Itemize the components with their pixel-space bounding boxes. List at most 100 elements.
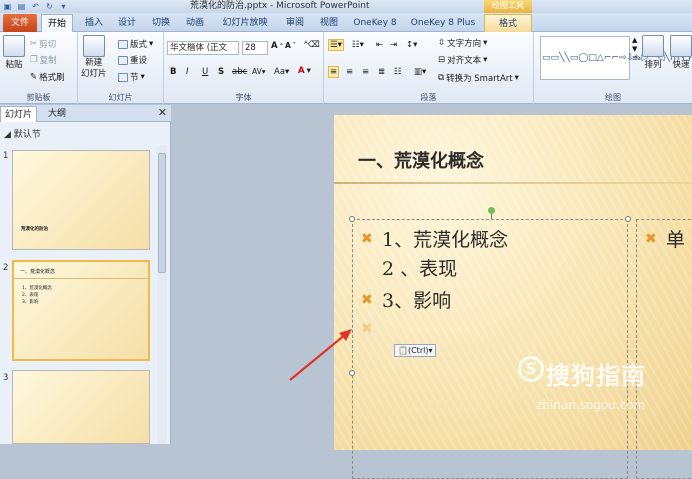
paste-button[interactable]: 粘贴 [3,35,25,70]
convert-smartart-button[interactable]: ⧉ 转换为 SmartArt ▾ [438,72,519,84]
format-painter-button[interactable]: ✎ 格式刷 [30,71,65,83]
font-color-button[interactable]: A ▾ [298,66,311,76]
cut-button[interactable]: ✂ 剪切 [30,38,56,50]
clipboard-group: 粘贴 ✂ 剪切 ❐ 复制 ✎ 格式刷 剪贴板 [0,32,78,104]
redo-icon[interactable]: ↻ [44,2,55,12]
tab-onekey8[interactable]: OneKey 8 [350,14,400,32]
font-name-select[interactable]: 华文楷体 (正文 [167,41,239,55]
brush-icon: ✎ [30,72,38,82]
strikethrough-button[interactable]: abc [232,67,247,77]
customize-qat-icon[interactable]: ▾ [58,2,69,12]
paste-icon [3,35,25,57]
align-right-button[interactable]: ≡ [362,67,369,77]
decrease-indent-button[interactable]: ⇤ [376,40,383,50]
tab-outline[interactable]: 大纲 [44,106,70,122]
slide-thumbnail-1[interactable]: 荒漠化的防治 [12,150,150,250]
bullet-icon: ✖ [361,231,373,247]
columns-button[interactable]: ▥▾ [414,67,426,77]
quick-styles-icon [670,35,692,57]
tab-file[interactable]: 文件 [3,14,37,32]
title-rule [334,182,692,184]
thumb-title: 一、荒漠化概念 [20,269,56,275]
char-spacing-button[interactable]: AV▾ [252,67,266,76]
copy-button[interactable]: ❐ 复制 [30,54,57,66]
bullet-icon: ✖ [361,321,373,337]
collapse-triangle-icon: ◢ [4,130,11,140]
tab-transitions[interactable]: 切换 [146,14,176,32]
font-size-select[interactable]: 28 [242,41,268,55]
shapes-gallery-scroll[interactable]: ▲ ▼ ≡ [632,36,638,63]
distributed-button[interactable]: ☷ [394,67,402,77]
numbering-button[interactable]: ☷▾ [352,40,364,50]
save-icon[interactable]: ▤ [16,2,27,12]
reset-button[interactable]: 重设 [118,54,147,66]
tab-animations[interactable]: 动画 [180,14,210,32]
tab-insert[interactable]: 插入 [79,14,109,32]
slide-thumbnail-2[interactable]: 一、荒漠化概念 1、荒漠化概念 2、表现 3、影响 [12,260,150,361]
window-title: 荒漠化的防治.pptx - Microsoft PowerPoint [190,1,370,11]
tab-review[interactable]: 审阅 [280,14,310,32]
right-text[interactable]: 单 [666,225,685,252]
right-placeholder[interactable] [636,219,692,479]
underline-button[interactable]: U [202,67,208,77]
resize-handle[interactable] [349,370,355,376]
resize-handle[interactable] [349,216,355,222]
thumb-line: 1、荒漠化概念 [22,286,52,291]
font-group: 华文楷体 (正文 28 A ˄ A ˅ ᴬ⌫ B I U S abc AV▾ Aa▾… [164,32,324,104]
drawing-group: ▭▭╲╲▭◯□△⌐⌐⇨⇩⇘▷⌒◁╲∩⌇{}☆ ▲ ▼ ≡ 排列 快速 绘图 [534,32,692,104]
ribbon: 粘贴 ✂ 剪切 ❐ 复制 ✎ 格式刷 剪贴板 新建 幻灯片 版式 ▾ 重设 节 ▾ 幻灯片… [0,32,692,104]
tab-slideshow[interactable]: 幻灯片放映 [216,14,274,32]
new-slide-button[interactable]: 新建 幻灯片 [81,35,107,80]
rotation-handle[interactable] [488,207,495,214]
thumb-number: 1 [3,151,9,161]
dropdown-arrow-icon: ▾ [483,38,488,48]
quick-styles-button[interactable]: 快速 [670,35,692,70]
tab-design[interactable]: 设计 [112,14,142,32]
bullet-line[interactable]: 1、荒漠化概念 [382,225,508,252]
slide-title[interactable]: 一、荒漠化概念 [358,147,484,173]
slide-thumbnail-3[interactable] [12,370,150,444]
align-center-button[interactable]: ≡ [346,67,353,77]
close-icon[interactable]: ✕ [158,106,167,120]
tab-view[interactable]: 视图 [314,14,344,32]
sogou-logo-icon: S [518,356,544,382]
section-icon [118,72,128,82]
section-button[interactable]: 节 ▾ [118,71,145,83]
paragraph-group: ☰▾ ☷▾ ⇤ ⇥ ↕▾ ⇳ 文字方向 ▾ ⊟ 对齐文本 ▾ ≡ ≡ ≡ ≣ ☷ ▥▾ … [324,32,534,104]
arrange-button[interactable]: 排列 [642,35,664,70]
shrink-font-button[interactable]: A ˅ [285,41,296,50]
powerpoint-icon[interactable]: ▣ [2,2,13,12]
clear-formatting-icon[interactable]: ᴬ⌫ [304,40,320,50]
tab-slides[interactable]: 幻灯片 [0,106,38,122]
undo-icon[interactable]: ↶ [30,2,41,12]
tab-format[interactable]: 格式 [484,14,532,32]
align-left-button[interactable]: ≡ [328,66,340,78]
scrollbar-thumb[interactable] [158,153,166,273]
resize-handle[interactable] [625,216,631,222]
slides-group-label: 幻灯片 [108,93,133,102]
line-spacing-button[interactable]: ↕▾ [406,40,417,50]
paste-options-button[interactable]: 📋(Ctrl)▾ [394,344,437,357]
section-header[interactable]: ◢ 默认节 [4,127,41,140]
bullets-button[interactable]: ☰▾ [328,39,344,51]
text-direction-button[interactable]: ⇳ 文字方向 ▾ [438,37,487,49]
pane-scrollbar[interactable] [157,145,167,444]
italic-button[interactable]: I [186,67,189,77]
bullet-line[interactable]: 2 、表现 [382,254,457,281]
layout-button[interactable]: 版式 ▾ [118,38,153,50]
bullet-line[interactable]: 3、影响 [382,286,451,313]
shadow-button[interactable]: S [218,67,224,77]
align-text-button[interactable]: ⊟ 对齐文本 ▾ [438,54,487,66]
justify-button[interactable]: ≣ [378,67,385,77]
tab-onekey8-plus[interactable]: OneKey 8 Plus [406,14,480,32]
increase-indent-button[interactable]: ⇥ [390,40,397,50]
change-case-button[interactable]: Aa▾ [274,67,289,77]
bold-button[interactable]: B [170,67,176,77]
text-direction-icon: ⇳ [438,38,446,48]
shapes-gallery[interactable]: ▭▭╲╲▭◯□△⌐⌐⇨⇩⇘▷⌒◁╲∩⌇{}☆ [540,36,692,80]
dropdown-arrow-icon: ▾ [140,72,145,82]
copy-icon: ❐ [30,55,38,65]
ribbon-tab-bar: 文件 开始 插入 设计 切换 动画 幻灯片放映 审阅 视图 OneKey 8 O… [0,13,692,32]
tab-home[interactable]: 开始 [41,14,73,32]
grow-font-button[interactable]: A ˄ [271,41,283,51]
